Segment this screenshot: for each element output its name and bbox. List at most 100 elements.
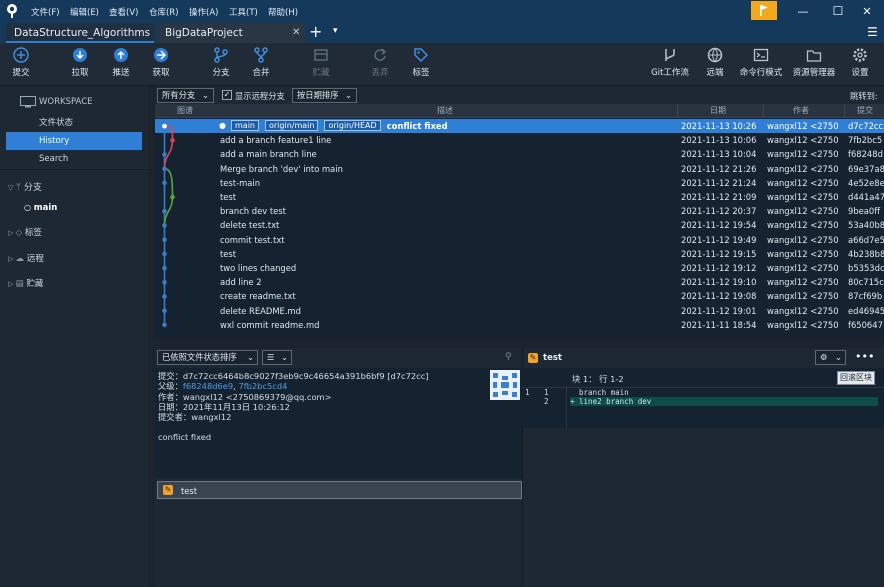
view-mode-dropdown[interactable]: ☰ ⌄ <box>262 350 292 365</box>
show-remote-checkbox[interactable]: ✓ <box>222 90 232 100</box>
menu-edit[interactable]: 编辑(E) <box>70 6 99 18</box>
branch-icon: ᛘ <box>15 183 24 193</box>
sidebar-item-history[interactable]: History <box>6 132 142 150</box>
commit-node[interactable] <box>162 322 167 328</box>
tag-button[interactable]: 标签 <box>399 47 443 78</box>
commit-node[interactable] <box>162 180 167 186</box>
search-icon[interactable]: ⚲ <box>505 352 512 362</box>
commit-row[interactable]: create readme.txt 2021-11-12 19:08 wangxl1… <box>155 289 884 303</box>
commit-description: test-main <box>220 177 261 188</box>
sort-dropdown[interactable]: 按日期排序 ⌄ <box>292 88 357 103</box>
commit-row[interactable]: add a main branch line 2021-11-13 10:04 wa… <box>155 147 884 161</box>
sidebar-item-search[interactable]: Search <box>0 150 148 168</box>
commit-row[interactable]: add line 2 2021-11-12 19:10 wangxl12 <2750… <box>155 275 884 289</box>
horizontal-scrollbar[interactable] <box>155 339 884 348</box>
commit-node[interactable] <box>162 280 167 285</box>
commit-row[interactable]: Merge branch 'dev' into main 2021-11-12 2… <box>155 162 884 176</box>
explorer-button[interactable]: 资源管理器 <box>792 47 836 78</box>
commit-row[interactable]: ● main origin/main origin/HEAD conflict fixe… <box>155 119 884 134</box>
terminal-button[interactable]: 命令行模式 <box>739 47 783 78</box>
tab-bigdataproject[interactable]: BigDataProject ✕ <box>157 23 305 43</box>
commit-row[interactable]: delete README.md 2021-11-12 19:01 wangxl12… <box>155 304 884 318</box>
col-commit[interactable]: 提交 <box>857 105 873 116</box>
commit-node[interactable] <box>162 251 167 257</box>
pull-button[interactable]: 拉取 <box>58 47 102 78</box>
commit-author: wangxl12 <2750 <box>767 220 839 231</box>
sidebar-group-stashes[interactable]: ▷ ▤ 贮藏 <box>0 275 148 293</box>
col-date[interactable]: 日期 <box>710 105 726 116</box>
col-description[interactable]: 描述 <box>437 105 453 116</box>
commit-node[interactable] <box>160 122 169 130</box>
diff-line-added: 2 + line2 branch dev <box>522 397 884 406</box>
notification-flag-button[interactable] <box>751 1 777 20</box>
commit-row[interactable]: two lines changed 2021-11-12 19:12 wangxl1… <box>155 261 884 275</box>
ref-badge[interactable]: origin/main <box>265 120 319 131</box>
branch-filter-dropdown[interactable]: 所有分支 ⌄ <box>157 88 214 103</box>
revert-hunk-button[interactable]: 回滚区块 <box>837 371 875 385</box>
commit-row[interactable]: add a branch feature1 line 2021-11-13 10:… <box>155 133 884 147</box>
tab-list-dropdown[interactable]: ▾ <box>333 26 338 36</box>
col-graph[interactable]: 图谱 <box>177 105 193 116</box>
tab-close-icon[interactable]: ✕ <box>292 23 300 43</box>
commit-row[interactable]: wxl commit readme.md 2021-11-11 18:54 wang… <box>155 318 884 332</box>
commit-node[interactable] <box>162 152 167 157</box>
commit-row[interactable]: delete test.txt 2021-11-12 19:54 wangxl12 … <box>155 218 884 232</box>
commit-row[interactable]: test 2021-11-12 21:09 wangxl12 <2750 d441a4… <box>155 190 884 204</box>
hamburger-menu-icon[interactable]: ☰ <box>867 25 878 39</box>
remote-button[interactable]: 远端 <box>693 47 737 78</box>
commit-node[interactable] <box>162 294 167 299</box>
commit-button[interactable]: 提交 <box>0 47 43 78</box>
ref-badge[interactable]: origin/HEAD <box>324 120 381 131</box>
changed-file-row[interactable]: ✎ test <box>157 481 522 499</box>
commit-row[interactable]: commit test.txt 2021-11-12 19:49 wangxl12 … <box>155 233 884 247</box>
parent-link-a[interactable]: f68248d6e9 <box>183 381 233 391</box>
push-button[interactable]: 推送 <box>99 47 143 78</box>
menu-help[interactable]: 帮助(H) <box>268 6 298 18</box>
stash-button[interactable]: 贮藏 <box>299 47 343 78</box>
col-author[interactable]: 作者 <box>793 105 809 116</box>
commit-node[interactable] <box>162 237 167 242</box>
file-sort-dropdown[interactable]: 已依照文件状态排序 ⌄ <box>157 350 258 365</box>
minimize-button[interactable]: — <box>793 4 813 19</box>
commit-node[interactable] <box>162 166 167 171</box>
menu-actions[interactable]: 操作(A) <box>189 6 218 18</box>
add-tab-button[interactable]: + <box>309 22 322 41</box>
gitflow-button[interactable]: Git工作流 <box>648 47 692 78</box>
jump-to-label: 跳转到: <box>850 91 878 101</box>
commit-node[interactable] <box>170 194 175 200</box>
sidebar-branch-main[interactable]: ○ main <box>0 199 148 217</box>
parent-link-b[interactable]: 7fb2bc5cd4 <box>238 381 287 391</box>
branch-button[interactable]: 分支 <box>199 47 243 78</box>
merge-button[interactable]: 合并 <box>239 47 283 78</box>
discard-icon <box>374 48 387 61</box>
commit-node[interactable] <box>162 265 167 271</box>
commit-row[interactable]: branch dev test 2021-11-12 20:37 wangxl12 … <box>155 204 884 218</box>
more-options-icon[interactable]: ••• <box>855 350 874 363</box>
commit-node[interactable] <box>162 308 167 313</box>
commit-node[interactable] <box>170 138 175 143</box>
sidebar-group-branches[interactable]: ▽ ᛘ 分支 <box>0 179 148 197</box>
commit-row[interactable]: test 2021-11-12 19:15 wangxl12 <2750 4b238b… <box>155 247 884 261</box>
sidebar-group-remotes[interactable]: ▷ ☁ 远程 <box>0 250 148 268</box>
splitter[interactable] <box>148 86 155 587</box>
discard-button[interactable]: 丢弃 <box>358 47 402 78</box>
close-button[interactable]: ✕ <box>857 4 877 19</box>
menu-view[interactable]: 查看(V) <box>109 6 138 18</box>
commit-hash: d441a47 <box>848 192 884 202</box>
sidebar-item-file-status[interactable]: 文件状态 <box>0 114 148 132</box>
chevron-right-icon: ▷ <box>8 255 16 263</box>
menu-tools[interactable]: 工具(T) <box>229 6 258 18</box>
maximize-button[interactable]: ☐ <box>828 4 848 19</box>
settings-button[interactable]: 设置 <box>838 47 882 78</box>
commit-row[interactable]: test-main 2021-11-12 21:24 wangxl12 <2750 4… <box>155 176 884 190</box>
commit-node[interactable] <box>162 223 167 228</box>
fetch-button[interactable]: 获取 <box>139 47 183 78</box>
sidebar-group-tags[interactable]: ▷ ◇ 标签 <box>0 224 148 242</box>
tab-datastructure[interactable]: DataStructure_Algorithms <box>6 23 154 43</box>
menu-file[interactable]: 文件(F) <box>31 6 60 18</box>
ref-badge[interactable]: main <box>231 120 259 131</box>
commit-node[interactable] <box>162 209 167 214</box>
menu-repository[interactable]: 仓库(R) <box>149 6 179 18</box>
diff-options-dropdown[interactable]: ⚙ ⌄ <box>815 350 846 365</box>
gear-icon: ⚙ <box>820 352 828 362</box>
